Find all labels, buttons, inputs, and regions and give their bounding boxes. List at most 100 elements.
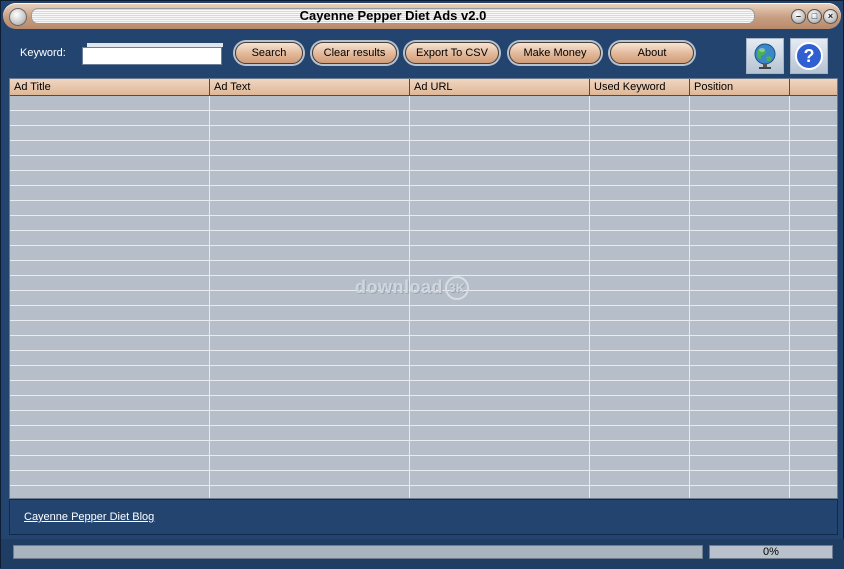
table-cell[interactable] (410, 321, 590, 335)
table-cell[interactable] (690, 291, 790, 305)
table-cell[interactable] (10, 96, 210, 110)
table-cell[interactable] (410, 126, 590, 140)
table-cell[interactable] (690, 96, 790, 110)
table-row[interactable] (10, 186, 837, 201)
table-cell[interactable] (410, 246, 590, 260)
table-cell[interactable] (590, 441, 690, 455)
table-row[interactable] (10, 261, 837, 276)
table-cell[interactable] (690, 156, 790, 170)
column-header-ad-url[interactable]: Ad URL (410, 79, 590, 96)
table-cell[interactable] (210, 321, 410, 335)
table-cell[interactable] (410, 426, 590, 440)
table-cell[interactable] (690, 246, 790, 260)
table-cell[interactable] (10, 441, 210, 455)
table-cell[interactable] (690, 486, 790, 498)
table-cell[interactable] (690, 381, 790, 395)
table-cell[interactable] (10, 351, 210, 365)
table-cell[interactable] (10, 486, 210, 498)
table-cell[interactable] (210, 216, 410, 230)
table-cell[interactable] (690, 171, 790, 185)
table-cell[interactable] (210, 141, 410, 155)
table-row[interactable] (10, 351, 837, 366)
table-cell[interactable] (410, 111, 590, 125)
table-cell[interactable] (590, 486, 690, 498)
table-cell[interactable] (410, 156, 590, 170)
table-cell[interactable] (410, 336, 590, 350)
table-row[interactable] (10, 336, 837, 351)
table-cell[interactable] (10, 381, 210, 395)
table-cell[interactable] (10, 171, 210, 185)
table-cell[interactable] (410, 306, 590, 320)
table-cell[interactable] (690, 306, 790, 320)
table-cell[interactable] (690, 456, 790, 470)
export-csv-button[interactable]: Export To CSV (405, 42, 499, 64)
table-cell[interactable] (690, 411, 790, 425)
table-cell[interactable] (10, 471, 210, 485)
table-cell[interactable] (410, 366, 590, 380)
table-cell[interactable] (10, 156, 210, 170)
table-cell[interactable] (10, 216, 210, 230)
table-cell[interactable] (590, 231, 690, 245)
table-cell[interactable] (10, 201, 210, 215)
table-cell[interactable] (690, 186, 790, 200)
table-cell[interactable] (210, 396, 410, 410)
table-cell[interactable] (10, 456, 210, 470)
table-cell[interactable] (410, 396, 590, 410)
table-cell[interactable] (210, 366, 410, 380)
table-cell[interactable] (410, 471, 590, 485)
table-cell[interactable] (10, 231, 210, 245)
table-row[interactable] (10, 366, 837, 381)
table-cell[interactable] (590, 141, 690, 155)
keyword-input[interactable] (82, 47, 222, 65)
table-row[interactable] (10, 246, 837, 261)
table-cell[interactable] (690, 141, 790, 155)
table-row[interactable] (10, 486, 837, 498)
table-cell[interactable] (410, 186, 590, 200)
table-cell[interactable] (690, 426, 790, 440)
about-button[interactable]: About (610, 42, 694, 64)
table-cell[interactable] (590, 396, 690, 410)
blog-link[interactable]: Cayenne Pepper Diet Blog (24, 511, 154, 523)
table-cell[interactable] (10, 261, 210, 275)
table-cell[interactable] (210, 486, 410, 498)
table-cell[interactable] (590, 366, 690, 380)
close-button[interactable]: × (823, 9, 838, 24)
table-cell[interactable] (410, 261, 590, 275)
table-cell[interactable] (410, 381, 590, 395)
results-table[interactable]: Ad Title Ad Text Ad URL Used Keyword Pos… (9, 78, 838, 499)
table-cell[interactable] (690, 441, 790, 455)
column-header-used-keyword[interactable]: Used Keyword (590, 79, 690, 96)
table-cell[interactable] (210, 126, 410, 140)
table-cell[interactable] (10, 336, 210, 350)
table-cell[interactable] (210, 351, 410, 365)
table-cell[interactable] (210, 96, 410, 110)
table-cell[interactable] (410, 201, 590, 215)
title-bar[interactable]: Cayenne Pepper Diet Ads v2.0 – □ × (3, 3, 841, 29)
table-row[interactable] (10, 426, 837, 441)
column-header-ad-text[interactable]: Ad Text (210, 79, 410, 96)
table-cell[interactable] (590, 351, 690, 365)
column-header-position[interactable]: Position (690, 79, 790, 96)
minimize-button[interactable]: – (791, 9, 806, 24)
table-cell[interactable] (10, 426, 210, 440)
table-cell[interactable] (690, 366, 790, 380)
table-cell[interactable] (10, 141, 210, 155)
table-cell[interactable] (10, 111, 210, 125)
search-button[interactable]: Search (235, 42, 303, 64)
table-cell[interactable] (590, 426, 690, 440)
table-cell[interactable] (590, 276, 690, 290)
table-row[interactable] (10, 456, 837, 471)
table-cell[interactable] (590, 261, 690, 275)
table-cell[interactable] (210, 471, 410, 485)
table-cell[interactable] (590, 171, 690, 185)
table-row[interactable] (10, 141, 837, 156)
table-cell[interactable] (210, 261, 410, 275)
table-cell[interactable] (590, 411, 690, 425)
table-cell[interactable] (410, 411, 590, 425)
table-row[interactable] (10, 471, 837, 486)
table-cell[interactable] (690, 231, 790, 245)
table-cell[interactable] (590, 216, 690, 230)
table-cell[interactable] (410, 216, 590, 230)
table-row[interactable] (10, 396, 837, 411)
table-cell[interactable] (210, 201, 410, 215)
